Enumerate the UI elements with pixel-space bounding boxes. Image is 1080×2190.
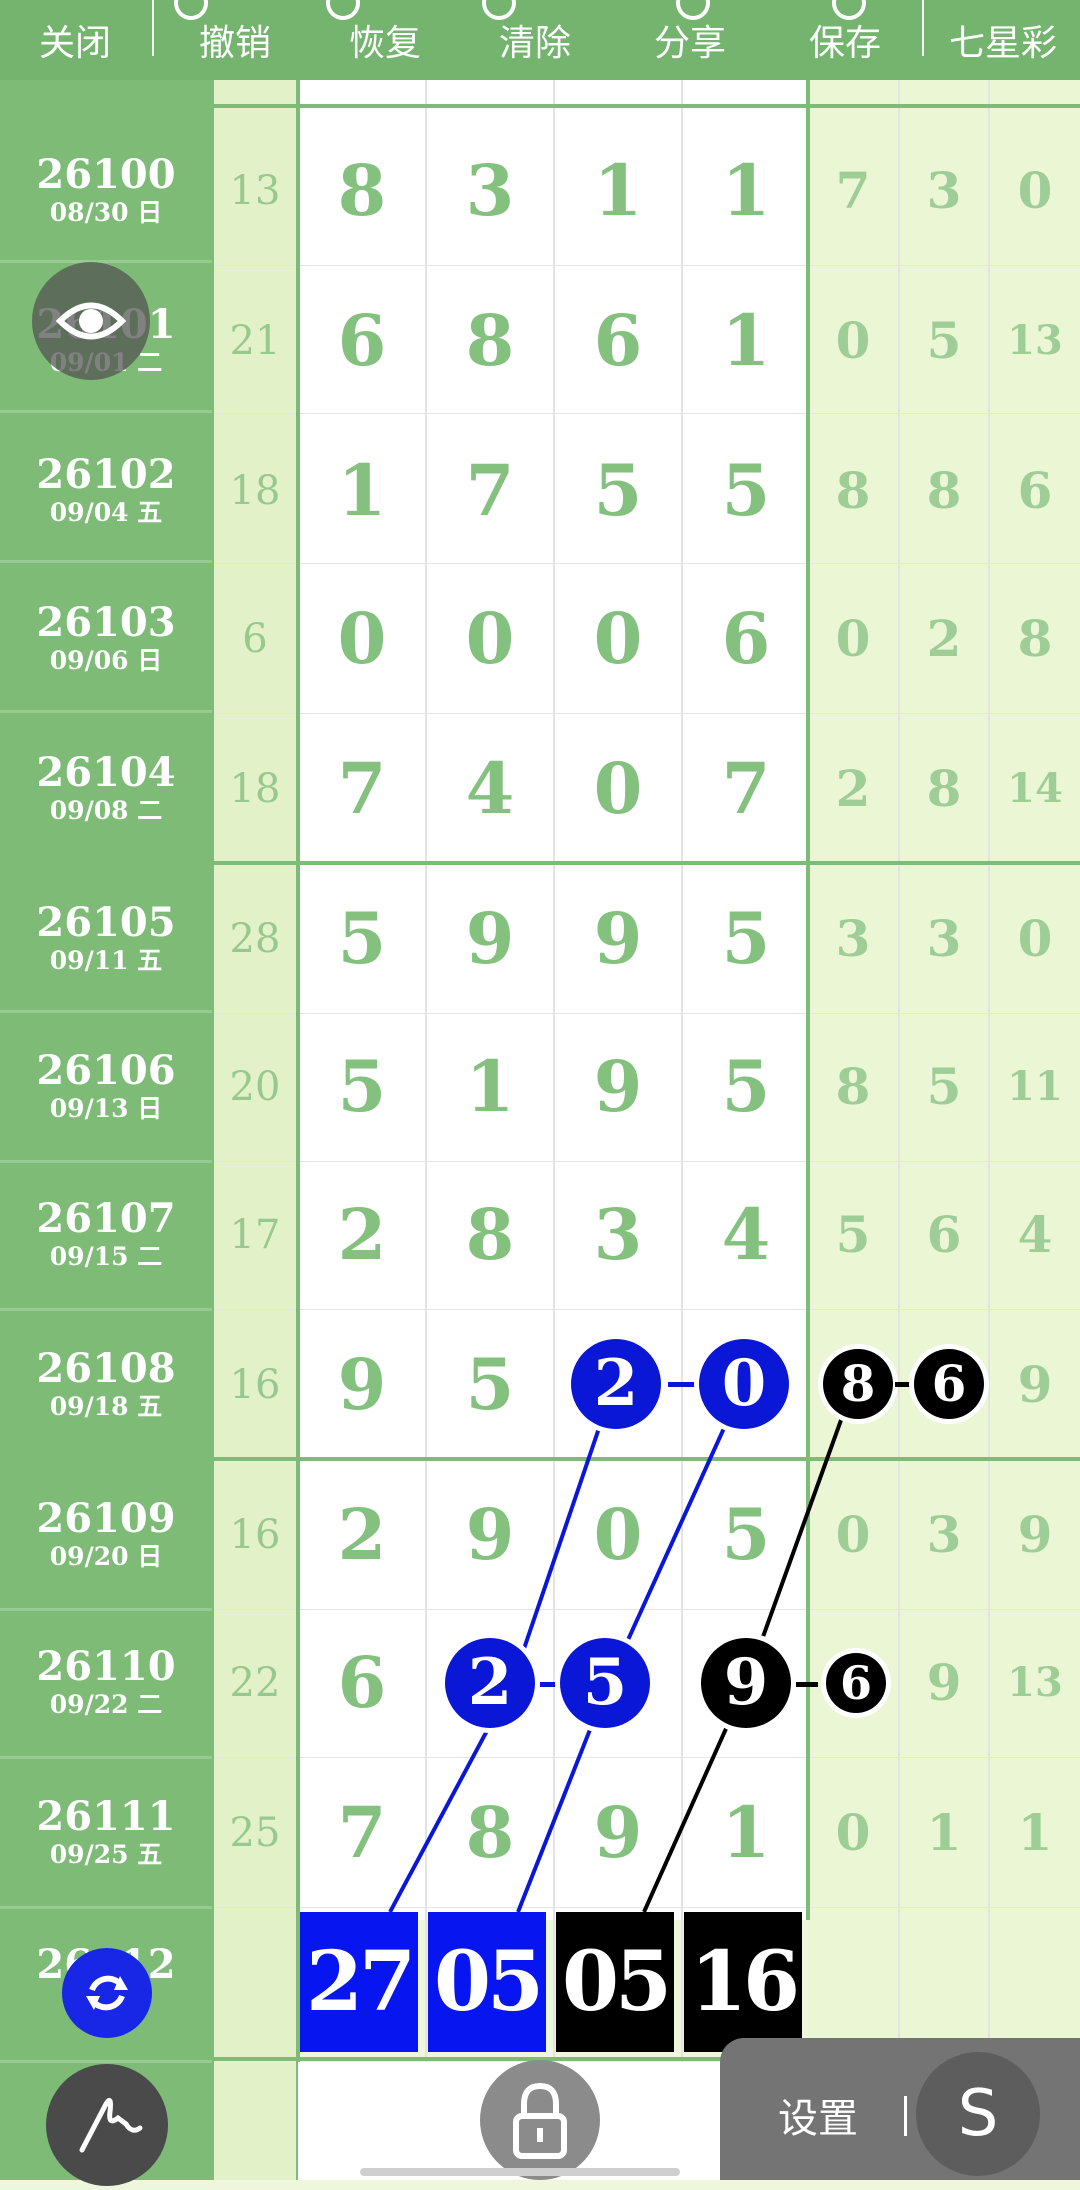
prediction-lines	[388, 1383, 856, 1913]
picked-number[interactable]: 6	[914, 1349, 984, 1419]
picked-number[interactable]: 9	[701, 1638, 791, 1728]
lock-icon	[513, 2082, 567, 2159]
picked-number[interactable]: 5	[560, 1638, 650, 1728]
picked-number[interactable]: 6	[826, 1653, 886, 1713]
settings-panel: 设置 S	[720, 2038, 1080, 2180]
connector	[895, 1382, 913, 1387]
connector	[796, 1682, 818, 1687]
settings-button[interactable]: 设置	[778, 2086, 858, 2144]
draw-button[interactable]	[46, 2064, 168, 2186]
picked-number[interactable]: 2	[445, 1638, 535, 1728]
settings-divider	[904, 2096, 907, 2136]
result-box[interactable]: 05	[556, 1912, 674, 2052]
eye-toggle-button[interactable]	[32, 262, 150, 380]
refresh-button[interactable]	[62, 1948, 152, 2038]
connector	[668, 1382, 696, 1387]
lock-button[interactable]	[480, 2060, 600, 2180]
result-box[interactable]: 27	[300, 1912, 418, 2052]
result-box[interactable]: 05	[428, 1912, 546, 2052]
picked-number[interactable]: 0	[699, 1339, 789, 1429]
pen-icon	[79, 2097, 143, 2153]
eye-icon	[55, 302, 127, 340]
refresh-icon	[86, 1975, 128, 2011]
picked-number[interactable]: 8	[823, 1349, 893, 1419]
result-box[interactable]: 16	[684, 1912, 802, 2052]
picked-number[interactable]: 2	[571, 1339, 661, 1429]
s-logo-button[interactable]: S	[916, 2052, 1040, 2176]
home-indicator	[360, 2168, 680, 2176]
